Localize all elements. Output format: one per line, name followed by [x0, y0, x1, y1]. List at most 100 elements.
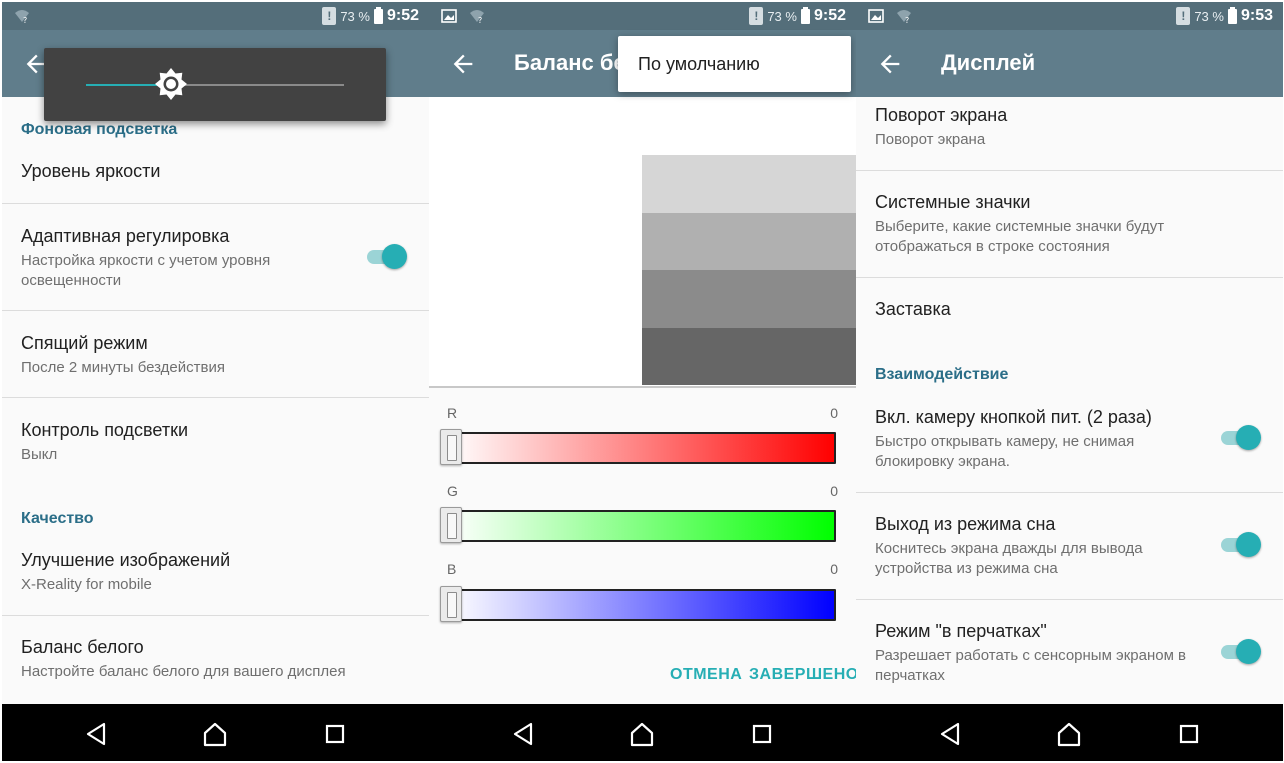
item-title: Уровень яркости — [21, 161, 161, 181]
done-button[interactable]: ЗАВЕРШЕНО — [749, 666, 856, 684]
item-title: Заставка — [875, 299, 951, 319]
brightness-popup — [44, 48, 386, 121]
green-slider-handle[interactable] — [440, 507, 462, 543]
camera-power-button-toggle[interactable] — [1221, 424, 1261, 452]
home-icon[interactable] — [1056, 721, 1082, 747]
red-label: R — [447, 405, 458, 421]
wake-from-sleep-item[interactable]: Выход из режима сна Коснитесь экрана два… — [856, 514, 1283, 579]
brightness-level-item[interactable]: Уровень яркости — [2, 161, 429, 182]
item-subtitle: Коснитесь экрана дважды для вывода устро… — [875, 540, 1143, 577]
wifi-unknown-icon: ? — [470, 10, 484, 24]
display-settings-panel-1: ? ! 73 % 9:52 Фоновая подсветка Уровень … — [2, 2, 429, 761]
item-subtitle: После 2 минуты бездействия — [21, 359, 225, 376]
wifi-unknown-icon: ? — [897, 10, 911, 24]
status-bar: ? ! 73 % 9:52 — [2, 2, 429, 30]
brightness-slider-track[interactable] — [171, 84, 344, 86]
adaptive-brightness-toggle[interactable] — [367, 243, 407, 271]
item-title: Выход из режима сна — [875, 514, 1056, 534]
page-title: Баланс бе — [514, 50, 626, 75]
navigation-bar — [2, 704, 429, 761]
blue-slider-track[interactable] — [447, 589, 836, 621]
battery-percent: 73 % — [767, 8, 797, 24]
recents-square-icon[interactable] — [1176, 721, 1202, 747]
red-slider-track[interactable] — [447, 432, 836, 464]
cancel-button[interactable]: ОТМЕНА — [670, 666, 742, 684]
divider — [2, 310, 429, 311]
blue-slider[interactable] — [440, 586, 836, 622]
status-bar: ? ! 73 % 9:52 — [429, 2, 856, 30]
image-enhancement-item[interactable]: Улучшение изображений X-Reality for mobi… — [2, 550, 429, 595]
gray-bar — [642, 212, 856, 270]
divider — [2, 615, 429, 616]
green-label: G — [447, 483, 458, 499]
item-title: Системные значки — [875, 192, 1031, 212]
recents-square-icon[interactable] — [749, 721, 775, 747]
red-value: 0 — [830, 405, 838, 421]
warning-icon: ! — [749, 7, 764, 25]
item-subtitle: Настройте баланс белого для вашего диспл… — [21, 663, 346, 680]
green-value: 0 — [830, 483, 838, 499]
divider — [856, 277, 1283, 278]
glove-mode-toggle[interactable] — [1221, 638, 1261, 666]
status-bar: ? ! 73 % 9:53 — [856, 2, 1283, 30]
item-title: Баланс белого — [21, 637, 144, 657]
green-slider-track[interactable] — [447, 510, 836, 542]
item-title: Улучшение изображений — [21, 550, 231, 570]
section-header-backlight: Фоновая подсветка — [21, 121, 178, 138]
white-balance-item[interactable]: Баланс белого Настройте баланс белого дл… — [2, 637, 429, 682]
glove-mode-item[interactable]: Режим "в перчатках" Разрешает работать с… — [856, 621, 1283, 686]
item-subtitle: Выкл — [21, 446, 58, 463]
battery-icon — [1227, 6, 1237, 24]
back-triangle-icon[interactable] — [84, 721, 110, 747]
svg-text:?: ? — [23, 16, 27, 24]
gray-bar — [642, 327, 856, 385]
wifi-unknown-icon: ? — [15, 10, 29, 24]
recents-square-icon[interactable] — [322, 721, 348, 747]
adaptive-brightness-item[interactable]: Адаптивная регулировка Настройка яркости… — [2, 226, 429, 291]
item-subtitle: Разрешает работать с сенсорным экраном в… — [875, 647, 1187, 684]
item-subtitle: Настройка яркости с учетом уровня освеще… — [21, 252, 271, 289]
warning-icon: ! — [1176, 7, 1191, 25]
backlight-control-item[interactable]: Контроль подсветки Выкл — [2, 420, 429, 465]
screen-rotation-item[interactable]: Поворот экрана Поворот экрана — [856, 105, 1283, 150]
home-icon[interactable] — [202, 721, 228, 747]
section-header-quality: Качество — [21, 510, 94, 527]
display-settings-panel-3: ? ! 73 % 9:53 Дисплей Поворот экрана Пов… — [856, 2, 1283, 761]
system-icons-item[interactable]: Системные значки Выберите, какие системн… — [856, 192, 1283, 257]
item-title: Контроль подсветки — [21, 420, 189, 440]
blue-label: B — [447, 561, 457, 577]
item-subtitle: Быстро открывать камеру, не снимая блоки… — [875, 433, 1135, 470]
blue-slider-handle[interactable] — [440, 586, 462, 622]
item-title: Режим "в перчатках" — [875, 621, 1047, 641]
divider — [429, 386, 856, 388]
brightness-sun-icon[interactable] — [153, 66, 189, 102]
screensaver-item[interactable]: Заставка — [856, 299, 1283, 320]
blue-value: 0 — [830, 561, 838, 577]
divider — [856, 599, 1283, 600]
svg-text:?: ? — [478, 16, 482, 24]
back-arrow-icon[interactable] — [876, 50, 904, 78]
divider — [2, 397, 429, 398]
gray-bar — [642, 270, 856, 328]
wake-from-sleep-toggle[interactable] — [1221, 531, 1261, 559]
back-triangle-icon[interactable] — [511, 721, 537, 747]
red-slider-handle[interactable] — [440, 429, 462, 465]
home-icon[interactable] — [629, 721, 655, 747]
clock: 9:52 — [386, 7, 419, 24]
back-triangle-icon[interactable] — [938, 721, 964, 747]
battery-icon — [800, 6, 810, 24]
overflow-menu: По умолчанию — [618, 36, 851, 92]
camera-power-button-item[interactable]: Вкл. камеру кнопкой пит. (2 раза) Быстро… — [856, 407, 1283, 472]
gray-bar — [642, 155, 856, 213]
sleep-mode-item[interactable]: Спящий режим После 2 минуты бездействия — [2, 333, 429, 378]
clock: 9:53 — [1240, 7, 1273, 24]
divider — [856, 170, 1283, 171]
navigation-bar — [856, 704, 1283, 761]
green-slider[interactable] — [440, 507, 836, 543]
gallery-icon — [868, 9, 884, 23]
item-subtitle: Выберите, какие системные значки будут о… — [875, 218, 1165, 255]
back-arrow-icon[interactable] — [449, 50, 477, 78]
menu-item-default[interactable]: По умолчанию — [638, 54, 760, 75]
red-slider[interactable] — [440, 429, 836, 465]
item-subtitle: X-Reality for mobile — [21, 576, 152, 593]
